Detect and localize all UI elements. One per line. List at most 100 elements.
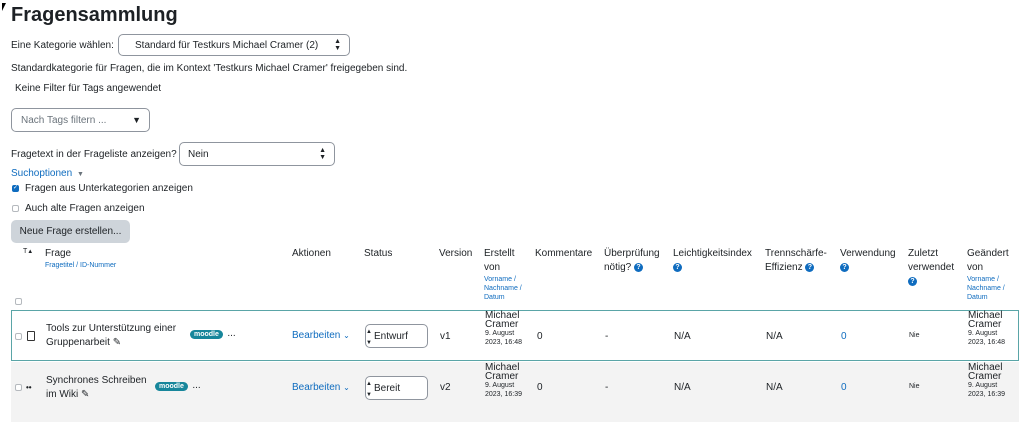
select-all-checkbox[interactable] (15, 298, 22, 305)
last-used-cell: Nie (909, 332, 920, 339)
facility-cell: N/A (674, 382, 691, 393)
comments-header: Kommentare (535, 248, 593, 259)
discrimination-header: Trennschärfe-Effizienz ? (765, 247, 837, 275)
category-select-value: Standard für Testkurs Michael Cramer (2) (135, 39, 319, 51)
pencil-icon[interactable]: ✎ (113, 337, 121, 348)
tag-badge[interactable]: moodle (190, 330, 223, 339)
question-text-value: Nein (188, 148, 209, 160)
row-checkbox[interactable] (15, 384, 22, 391)
select-caret-icon: ▲ ▼ (366, 381, 372, 398)
more-tags[interactable]: ... (192, 380, 200, 391)
question-header-label: Frage (45, 248, 72, 259)
facility-cell: N/A (674, 331, 691, 342)
tag-filter-placeholder: Nach Tags filtern ... (21, 114, 107, 126)
chevron-down-icon: ⌄ (343, 383, 350, 392)
old-questions-label: Auch alte Fragen anzeigen (25, 203, 145, 214)
question-title: Tools zur Unterstützung einer (46, 323, 177, 334)
subcategories-label: Fragen aus Unterkategorien anzeigen (25, 183, 193, 194)
tag-filter-status: Keine Filter für Tags angewendet (15, 83, 162, 94)
discrimination-cell: N/A (766, 382, 783, 393)
tag-badge[interactable]: moodle (155, 382, 188, 391)
usage-label: Verwendung (840, 248, 896, 259)
select-caret-icon: ▲ ▼ (319, 147, 326, 161)
pencil-icon[interactable]: ✎ (81, 389, 89, 400)
status-select[interactable]: Bereit ▲ ▼ (365, 376, 428, 400)
question-title-line2: im Wiki ✎ (46, 389, 89, 401)
modifier-cell: Michael Cramer 9. August 2023, 16:48 (968, 311, 1016, 347)
category-select[interactable]: Standard für Testkurs Michael Cramer (2)… (118, 34, 350, 56)
sort-type-header[interactable]: T▲ (23, 245, 33, 259)
sort-up-icon: ▲ (27, 249, 34, 255)
modified-by-sub[interactable]: Vorname / Nachname / Datum (967, 275, 1019, 302)
search-options-label: Suchoptionen (11, 168, 73, 179)
version-cell: v1 (440, 331, 451, 342)
last-used-header: Zuletzt verwendet ? (908, 247, 960, 289)
question-text-label: Fragetext in der Frageliste anzeigen? (11, 149, 177, 160)
status-select[interactable]: Entwurf ▲ ▼ (365, 324, 428, 348)
question-title-line2: Gruppenarbeit ✎ (46, 337, 121, 349)
row-checkbox[interactable] (15, 333, 22, 340)
version-cell: v2 (440, 382, 451, 393)
question-header[interactable]: Frage Fragetitel / ID-Nummer (45, 247, 116, 270)
edit-menu[interactable]: Bearbeiten ⌄ (292, 382, 350, 394)
essay-question-type-icon (27, 331, 35, 341)
created-date: 9. August 2023, 16:39 (485, 382, 522, 398)
usage-header: Verwendung ? (840, 247, 896, 275)
creator-cell: Michael Cramer 9. August 2023, 16:48 (485, 311, 531, 347)
actions-header: Aktionen (292, 248, 331, 259)
last-used-label: Zuletzt verwendet (908, 248, 955, 273)
ddwtos-question-type-icon: •• (26, 383, 32, 392)
category-description: Standardkategorie für Fragen, die im Kon… (11, 63, 408, 74)
question-title: Synchrones Schreiben (46, 375, 147, 386)
usage-cell[interactable]: 0 (841, 382, 847, 394)
new-question-button[interactable]: Neue Frage erstellen... (11, 220, 130, 243)
modified-date: 9. August 2023, 16:39 (968, 382, 1005, 398)
tag-badge-group: moodle ... (155, 375, 201, 393)
created-by-header[interactable]: Erstellt von Vorname / Nachname / Datum (484, 247, 528, 302)
review-cell: - (605, 382, 609, 393)
modified-date: 9. August 2023, 16:48 (968, 330, 1005, 346)
chevron-down-icon: ▼ (76, 171, 84, 178)
last-used-cell: Nie (909, 383, 920, 390)
modified-by-header[interactable]: Geändert von Vorname / Nachname / Datum (967, 247, 1019, 302)
edit-menu-label: Bearbeiten (292, 330, 341, 341)
created-by-sub[interactable]: Vorname / Nachname / Datum (484, 275, 528, 302)
select-caret-icon: ▲ ▼ (334, 38, 341, 52)
help-icon[interactable]: ? (908, 276, 917, 286)
created-date: 9. August 2023, 16:48 (485, 330, 522, 346)
discrimination-cell: N/A (766, 331, 783, 342)
tag-filter-input[interactable]: Nach Tags filtern ... ▼ (11, 108, 150, 132)
review-cell: - (605, 331, 609, 342)
review-header: Überprüfung nötig? ? (604, 247, 672, 275)
chevron-down-icon: ⌄ (343, 331, 350, 340)
comments-cell[interactable]: 0 (537, 331, 543, 343)
edit-menu-label: Bearbeiten (292, 382, 341, 393)
review-label: Überprüfung nötig? (604, 248, 660, 273)
select-caret-icon: ▲ ▼ (366, 329, 372, 346)
help-icon[interactable]: ? (840, 262, 849, 272)
facility-header: Leichtigkeitsindex ? (673, 247, 757, 275)
edit-menu[interactable]: Bearbeiten ⌄ (292, 330, 350, 342)
facility-label: Leichtigkeitsindex (673, 248, 752, 259)
discrimination-label: Trennschärfe-Effizienz (765, 248, 827, 273)
comments-cell[interactable]: 0 (537, 382, 543, 394)
more-tags[interactable]: ... (227, 328, 235, 339)
status-value: Entwurf (374, 331, 408, 342)
usage-cell[interactable]: 0 (841, 331, 847, 343)
dropdown-arrow-icon: ▼ (132, 115, 141, 125)
help-icon[interactable]: ? (805, 262, 815, 272)
status-value: Bereit (374, 383, 401, 394)
search-options-toggle[interactable]: Suchoptionen ▼ (11, 168, 84, 179)
created-by-label: Erstellt von (484, 248, 515, 273)
status-header: Status (364, 248, 393, 259)
tag-badge-group: moodle ... (190, 323, 236, 341)
question-text-select[interactable]: Nein ▲ ▼ (179, 142, 335, 166)
help-icon[interactable]: ? (634, 262, 644, 272)
old-questions-checkbox[interactable] (12, 205, 19, 212)
question-title-text: im Wiki (46, 389, 79, 400)
question-title-text: Gruppenarbeit (46, 337, 110, 348)
question-header-sub[interactable]: Fragetitel / ID-Nummer (45, 261, 116, 270)
subcategories-checkbox[interactable] (12, 184, 19, 192)
help-icon[interactable]: ? (673, 262, 682, 272)
modifier-cell: Michael Cramer 9. August 2023, 16:39 (968, 363, 1016, 399)
